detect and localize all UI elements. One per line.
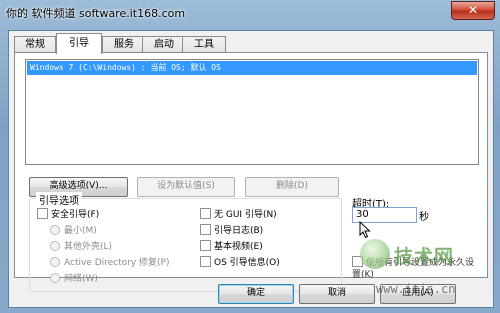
no-gui-boot-label: 无 GUI 引导(N) [214, 210, 277, 220]
os-boot-info-option[interactable]: OS 引导信息(O) [200, 256, 280, 270]
boot-options-group: 引导选项 安全引导(F) 最小(M) 其他外壳(L) Active Direct… [29, 192, 342, 292]
no-gui-boot-option[interactable]: 无 GUI 引导(N) [200, 208, 277, 222]
boot-log-checkbox[interactable] [200, 224, 211, 235]
boot-options-title: 引导选项 [36, 192, 82, 207]
boot-log-option[interactable]: 引导日志(B) [200, 224, 263, 238]
watermark: 技术网 www.itjs.cn [356, 234, 496, 304]
base-video-label: 基本视频(E) [214, 242, 263, 252]
radio-ad-repair-button[interactable] [50, 256, 60, 267]
radio-network[interactable]: 网络(W) [50, 272, 98, 286]
radio-minimal-button[interactable] [50, 224, 60, 235]
os-list[interactable]: Windows 7 (C:\Windows) : 当前 OS; 默认 OS [25, 59, 479, 165]
base-video-option[interactable]: 基本视频(E) [200, 240, 263, 254]
tab-startup[interactable]: 启动 [142, 36, 186, 53]
os-entry-selected[interactable]: Windows 7 (C:\Windows) : 当前 OS; 默认 OS [27, 61, 477, 75]
close-icon: ✕ [467, 3, 479, 17]
radio-ad-repair-label: Active Directory 修复(P) [64, 258, 170, 268]
radio-minimal[interactable]: 最小(M) [50, 224, 97, 238]
radio-alternate-shell[interactable]: 其他外壳(L) [50, 240, 112, 254]
delete-button[interactable]: 删除(D) [245, 177, 339, 197]
boot-log-label: 引导日志(B) [214, 226, 264, 236]
watermark-title: 技术网 [394, 246, 455, 268]
radio-network-label: 网络(W) [64, 274, 98, 284]
tab-services[interactable]: 服务 [102, 36, 146, 53]
window-title: 你的 软件频道 software.it168.com [6, 7, 186, 20]
base-video-checkbox[interactable] [200, 240, 211, 251]
ok-button[interactable]: 确定 [218, 284, 294, 304]
safe-boot-checkbox[interactable] [37, 208, 48, 219]
timeout-unit: 秒 [419, 212, 429, 223]
tab-boot[interactable]: 引导 [56, 33, 102, 54]
close-button[interactable]: ✕ [451, 1, 495, 20]
safe-boot-option[interactable]: 安全引导(F) [37, 208, 99, 222]
radio-ad-repair[interactable]: Active Directory 修复(P) [50, 256, 170, 270]
tab-general[interactable]: 常规 [14, 36, 56, 53]
set-default-button[interactable]: 设为默认值(S) [137, 177, 235, 197]
radio-minimal-label: 最小(M) [64, 226, 97, 236]
watermark-logo-icon [360, 239, 390, 269]
safe-boot-label: 安全引导(F) [51, 210, 100, 220]
os-boot-info-checkbox[interactable] [200, 256, 211, 267]
radio-alternate-shell-label: 其他外壳(L) [64, 242, 113, 252]
radio-network-button[interactable] [50, 272, 60, 283]
radio-alternate-shell-button[interactable] [50, 240, 60, 251]
tab-tools[interactable]: 工具 [182, 36, 226, 53]
watermark-url: www.itjs.cn [376, 282, 456, 296]
no-gui-boot-checkbox[interactable] [200, 208, 211, 219]
os-boot-info-label: OS 引导信息(O) [214, 258, 280, 268]
